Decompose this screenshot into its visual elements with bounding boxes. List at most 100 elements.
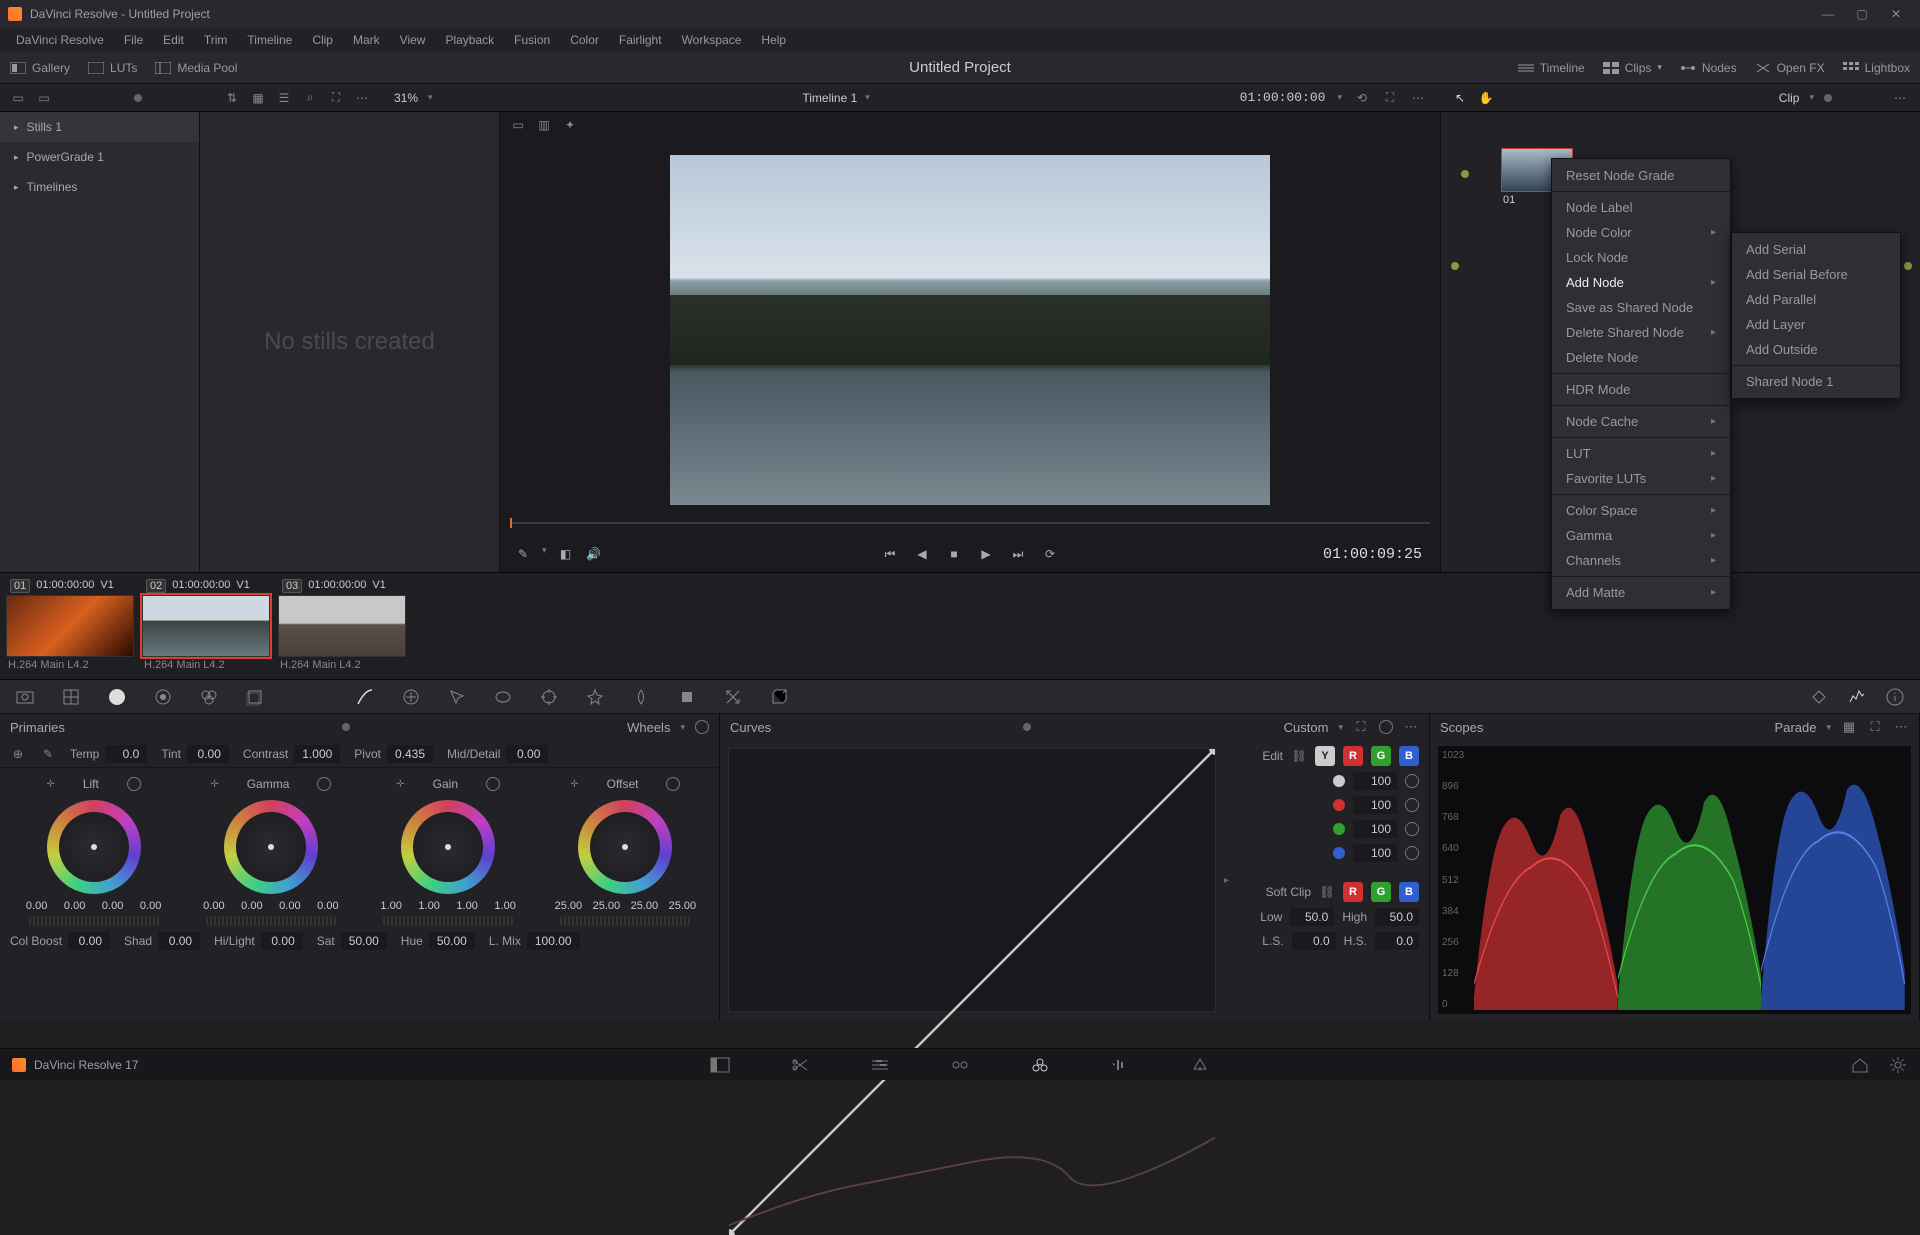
link-icon[interactable]: ⛓ [1319, 884, 1335, 900]
intensity-r-row[interactable]: 100 [1239, 796, 1419, 814]
temp-field[interactable]: Temp0.0 [70, 745, 147, 763]
openfx-toggle[interactable]: Open FX [1755, 61, 1825, 75]
sidebar-timelines[interactable]: ▸Timelines [0, 172, 199, 202]
node-source-dot[interactable] [1451, 262, 1459, 270]
wheel-value[interactable]: 1.00 [488, 900, 522, 912]
ctx-add-node[interactable]: Add Node▸ [1552, 270, 1730, 295]
scopes-mode[interactable]: Parade [1775, 720, 1817, 735]
viewer-mode-b-icon[interactable]: ▥ [536, 117, 552, 133]
timeline-dropdown-icon[interactable]: ▾ [865, 92, 870, 103]
wheel-value[interactable]: 0.00 [311, 900, 345, 912]
reset-icon[interactable] [1405, 846, 1419, 860]
node-graph[interactable]: 01 Reset Node Grade Node Label Node Colo… [1440, 112, 1920, 572]
list-icon[interactable]: ☰ [276, 90, 292, 106]
wheel-value[interactable]: 0.00 [273, 900, 307, 912]
reset-icon[interactable] [1405, 822, 1419, 836]
ctx-add-layer[interactable]: Add Layer [1732, 312, 1900, 337]
prev-button[interactable]: ◀ [913, 545, 931, 563]
intensity-b-row[interactable]: 100 [1239, 844, 1419, 862]
ctx-node-color[interactable]: Node Color▸ [1552, 220, 1730, 245]
primaries-mode[interactable]: Wheels [627, 720, 670, 735]
ctx-color-space[interactable]: Color Space▸ [1552, 498, 1730, 523]
colboost-value[interactable]: 0.00 [68, 932, 110, 950]
ctx-lut[interactable]: LUT▸ [1552, 441, 1730, 466]
menu-timeline[interactable]: Timeline [237, 33, 302, 47]
shad-value[interactable]: 0.00 [158, 932, 200, 950]
primaries-reset-icon[interactable] [695, 720, 709, 734]
menu-color[interactable]: Color [560, 33, 609, 47]
sort-icon[interactable]: ⇅ [224, 90, 240, 106]
ctx-delete-shared[interactable]: Delete Shared Node▸ [1552, 320, 1730, 345]
loop-button[interactable]: ⟳ [1041, 545, 1059, 563]
zoom-dropdown-icon[interactable]: ▾ [428, 92, 433, 103]
info-icon[interactable] [1884, 686, 1906, 708]
auto-balance-icon[interactable]: ⊕ [10, 746, 26, 762]
node-output-dot[interactable] [1904, 262, 1912, 270]
intensity-g-row[interactable]: 100 [1239, 820, 1419, 838]
keyframes-icon[interactable] [1808, 686, 1830, 708]
hilight-field[interactable]: Hi/Light0.00 [214, 932, 303, 950]
rgb-mixer-icon[interactable] [198, 686, 220, 708]
menu-help[interactable]: Help [751, 33, 796, 47]
wheel-picker-icon[interactable]: ✛ [396, 779, 404, 790]
color-wheel[interactable] [47, 800, 141, 894]
sat-field[interactable]: Sat50.00 [317, 932, 387, 950]
wheel-value[interactable]: 0.00 [235, 900, 269, 912]
first-frame-button[interactable]: ⏮ [881, 545, 899, 563]
color-page-icon[interactable] [1030, 1055, 1050, 1075]
menu-fairlight[interactable]: Fairlight [609, 33, 672, 47]
ctx-add-matte[interactable]: Add Matte▸ [1552, 580, 1730, 605]
menu-edit[interactable]: Edit [153, 33, 194, 47]
ls-value[interactable]: 0.0 [1292, 932, 1336, 950]
close-button[interactable]: ✕ [1880, 3, 1912, 25]
hue-value[interactable]: 50.00 [429, 932, 475, 950]
menu-playback[interactable]: Playback [435, 33, 504, 47]
menu-workspace[interactable]: Workspace [672, 33, 752, 47]
jog-wheel[interactable] [29, 916, 159, 926]
wheel-value[interactable]: 0.00 [197, 900, 231, 912]
motion-icon[interactable] [244, 686, 266, 708]
cut-page-icon[interactable] [790, 1055, 810, 1075]
clip-thumbnail[interactable]: 0201:00:00:00V1 H.264 Main L4.2 [142, 577, 272, 675]
lightbox-toggle[interactable]: Lightbox [1843, 61, 1910, 75]
sizing-icon[interactable] [722, 686, 744, 708]
reset-icon[interactable] [1405, 798, 1419, 812]
primaries-mode-dropdown-icon[interactable]: ▾ [680, 722, 685, 733]
scopes-grid-icon[interactable]: ▦ [1841, 719, 1857, 735]
curves-reset-icon[interactable] [1379, 720, 1393, 734]
tracker-icon[interactable] [538, 686, 560, 708]
link-icon[interactable]: ⛓ [1291, 748, 1307, 764]
minimize-button[interactable]: — [1812, 3, 1844, 25]
edit-r-button[interactable]: R [1343, 746, 1363, 766]
key-icon[interactable] [676, 686, 698, 708]
still-play-icon[interactable]: ▭ [36, 90, 52, 106]
clip-thumbnail[interactable]: 0101:00:00:00V1 H.264 Main L4.2 [6, 577, 136, 675]
picker-icon[interactable]: ✎ [514, 545, 532, 563]
hue-field[interactable]: Hue50.00 [401, 932, 475, 950]
timeline-name[interactable]: Timeline 1 [802, 91, 857, 105]
high-value[interactable]: 50.0 [1375, 908, 1419, 926]
viewer-wand-icon[interactable]: ✦ [562, 117, 578, 133]
ctx-save-shared[interactable]: Save as Shared Node [1552, 295, 1730, 320]
wheel-value[interactable]: 1.00 [450, 900, 484, 912]
settings-icon[interactable] [1888, 1055, 1908, 1075]
mute-icon[interactable]: 🔊 [585, 545, 603, 563]
clip-thumbnail[interactable]: 0301:00:00:00V1 H.264 Main L4.2 [278, 577, 408, 675]
picker-dropdown-icon[interactable]: ▾ [542, 545, 547, 563]
ctx-node-label[interactable]: Node Label [1552, 195, 1730, 220]
home-icon[interactable] [1850, 1055, 1870, 1075]
ctx-add-outside[interactable]: Add Outside [1732, 337, 1900, 362]
wheel-picker-icon[interactable]: ✛ [570, 779, 578, 790]
mediapool-toggle[interactable]: Media Pool [155, 61, 237, 75]
viewer-mode-a-icon[interactable]: ▭ [510, 117, 526, 133]
picker-tool-icon[interactable]: ✎ [40, 746, 56, 762]
zoom-level[interactable]: 31% [394, 91, 418, 105]
clip-mode[interactable]: Clip [1779, 91, 1800, 105]
play-button[interactable]: ▶ [977, 545, 995, 563]
magic-mask-icon[interactable] [584, 686, 606, 708]
media-page-icon[interactable] [710, 1055, 730, 1075]
color-wheel[interactable] [224, 800, 318, 894]
intensity-y-row[interactable]: 100 [1239, 772, 1419, 790]
hand-icon[interactable]: ✋ [1478, 90, 1494, 106]
ctx-node-cache[interactable]: Node Cache▸ [1552, 409, 1730, 434]
